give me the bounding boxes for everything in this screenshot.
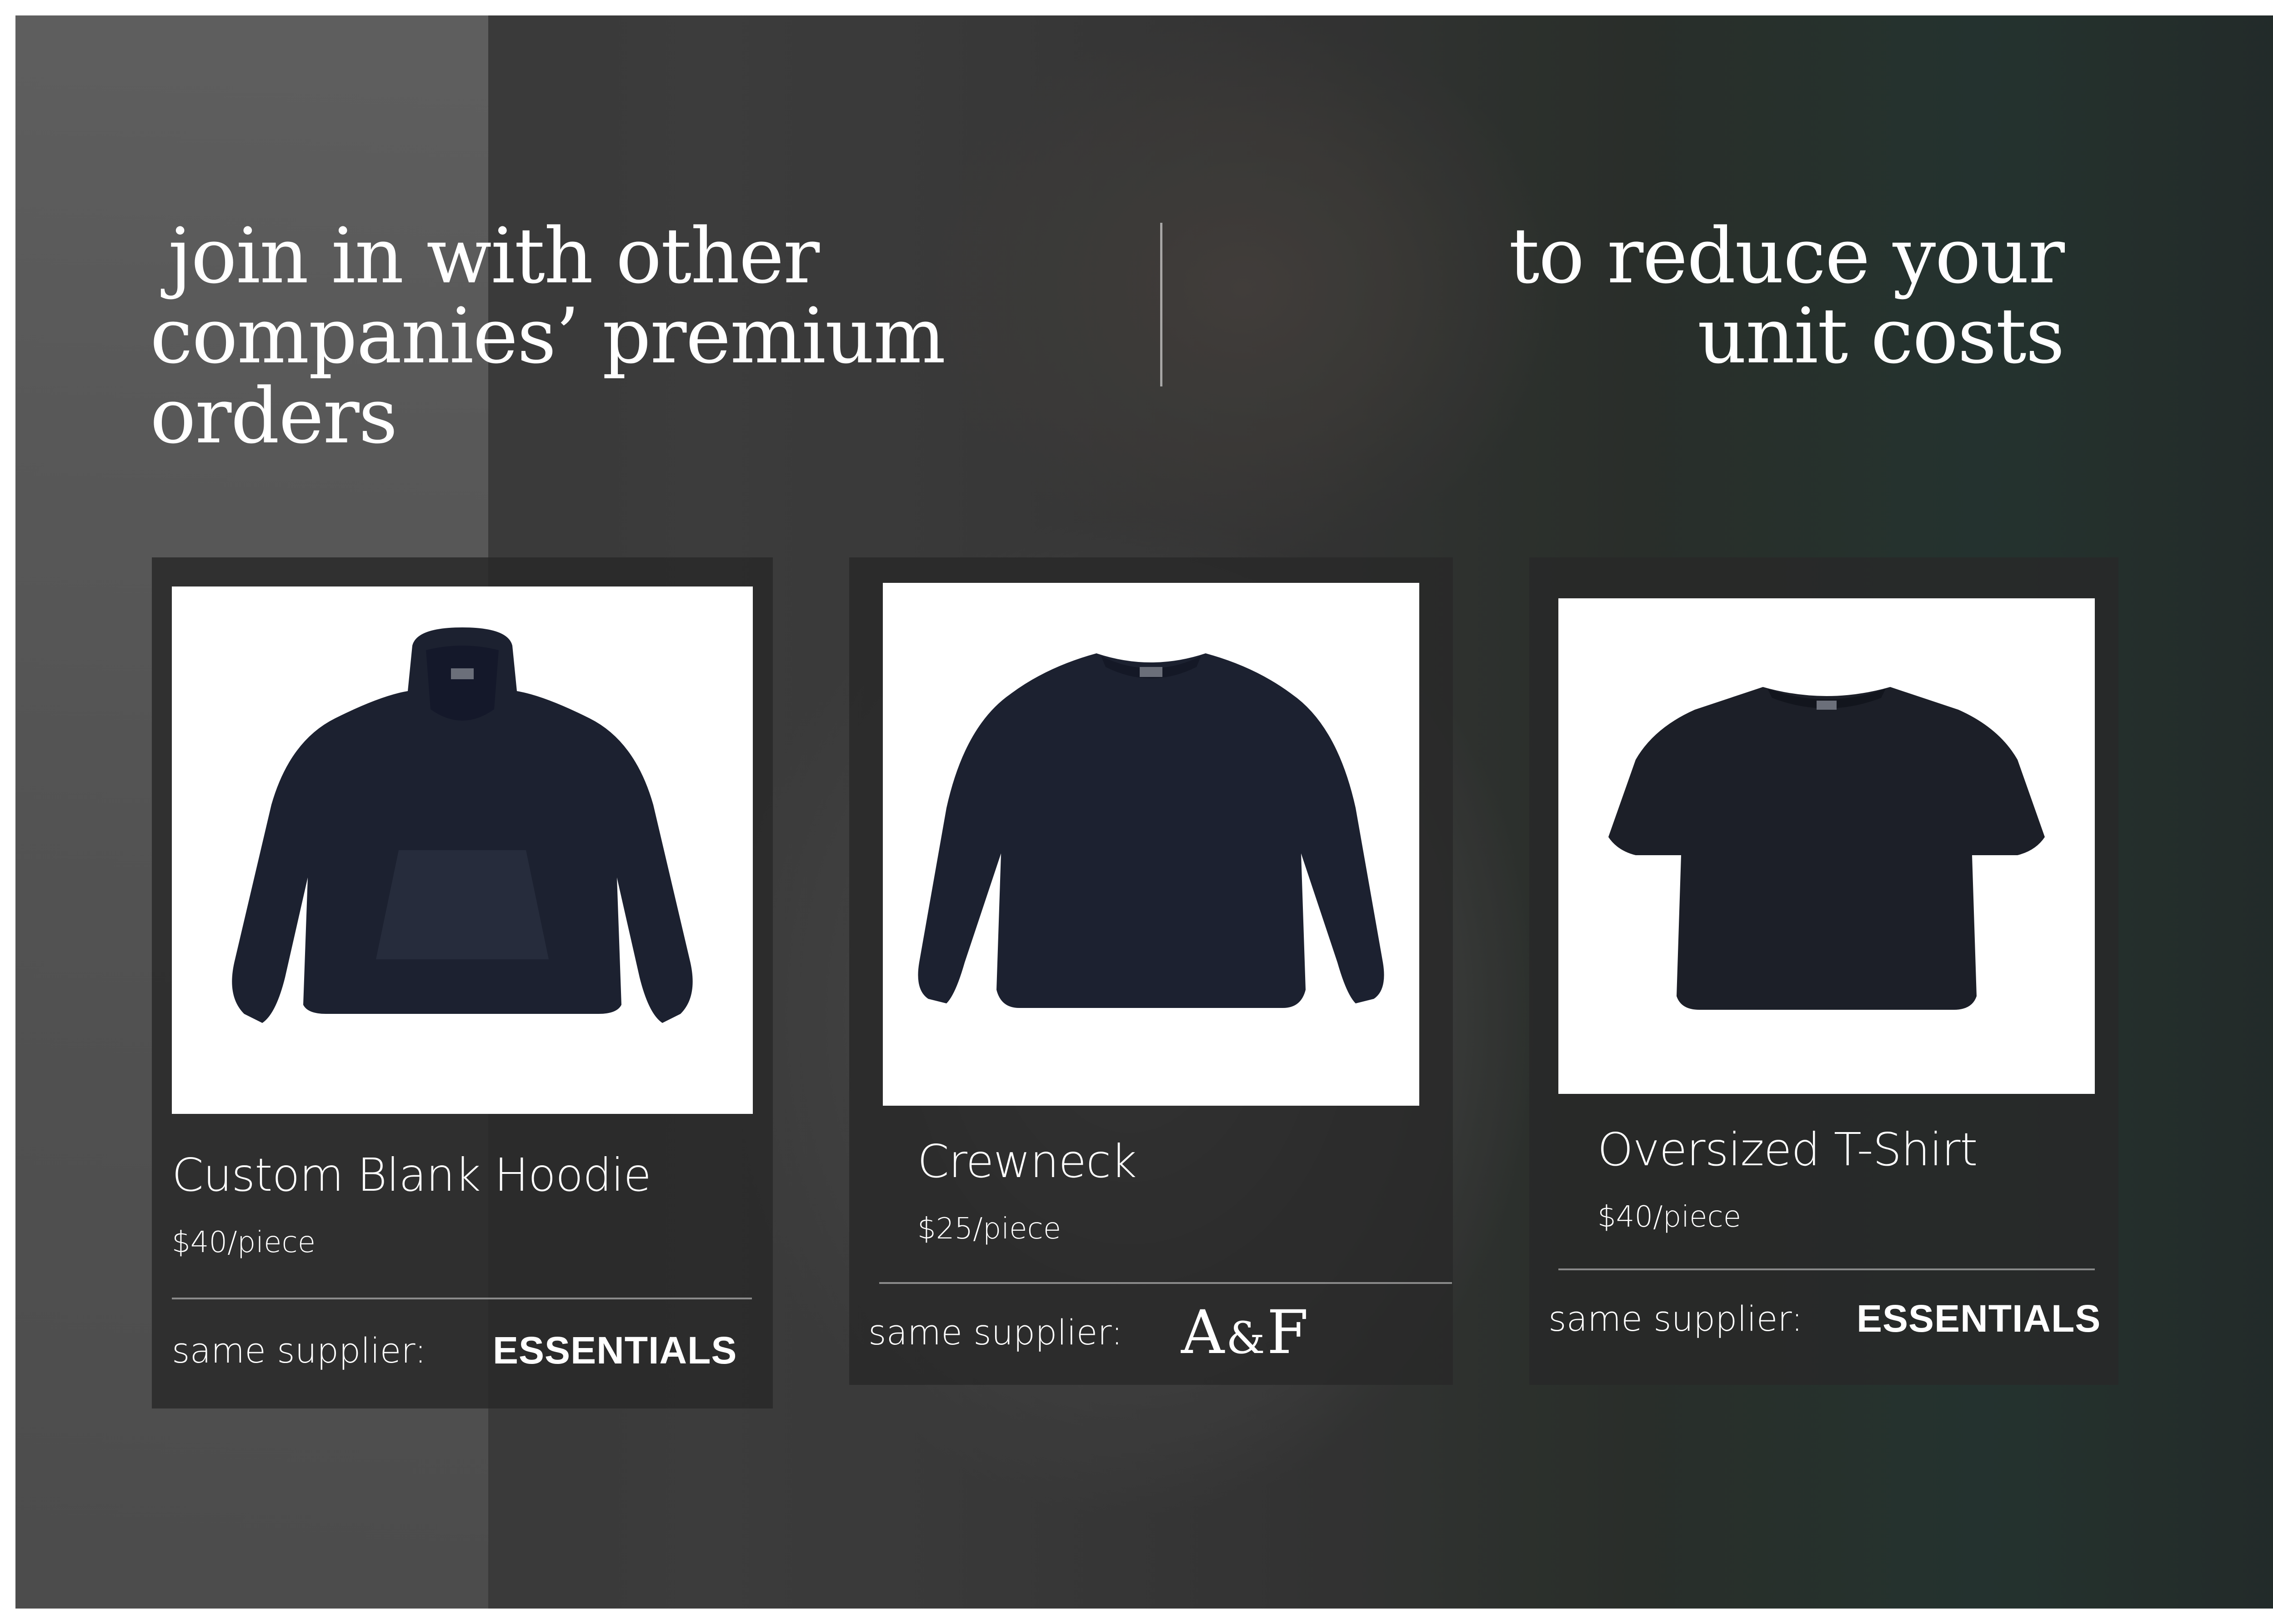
- headline-left-line2: companies’ premium orders: [150, 291, 946, 461]
- tshirt-icon: [1608, 687, 2045, 1010]
- product-photo-crewneck[interactable]: [883, 583, 1419, 1106]
- product-price: $40/piece: [1597, 1200, 1742, 1234]
- headline-divider: [1160, 223, 1162, 386]
- product-card-tshirt[interactable]: Oversized T-Shirt $40/piece same supplie…: [1529, 557, 2118, 1385]
- product-price: $40/piece: [172, 1226, 316, 1259]
- supplier-brand-logo: ESSENTIALS: [1857, 1297, 2101, 1340]
- supplier-label: same supplier:: [868, 1312, 1123, 1353]
- headline-left-line1: join in with other: [168, 211, 820, 301]
- card-divider: [1558, 1268, 2095, 1270]
- card-divider: [172, 1298, 752, 1299]
- supplier-label: same supplier:: [172, 1330, 426, 1371]
- product-name: Custom Blank Hoodie: [172, 1148, 651, 1202]
- product-card-hoodie[interactable]: Custom Blank Hoodie $40/piece same suppl…: [152, 557, 773, 1408]
- headline-right-line1: to reduce your: [1508, 211, 2065, 301]
- brand-letter-a: A: [1181, 1298, 1227, 1368]
- brand-letter-f: F: [1267, 1298, 1311, 1368]
- supplier-brand-logo: A&F: [1181, 1298, 1310, 1368]
- brand-ampersand: &: [1226, 1313, 1267, 1363]
- crewneck-icon: [918, 653, 1384, 1008]
- product-name: Crewneck: [917, 1135, 1137, 1188]
- headline-right-line2: unit costs: [1697, 291, 2065, 381]
- product-price: $25/piece: [917, 1212, 1061, 1246]
- product-card-crewneck[interactable]: Crewneck $25/piece same supplier: A&F: [849, 557, 1453, 1385]
- card-divider: [879, 1282, 1452, 1284]
- product-photo-tshirt[interactable]: [1558, 598, 2095, 1094]
- product-name: Oversized T-Shirt: [1597, 1123, 1978, 1176]
- supplier-label: same supplier:: [1548, 1298, 1803, 1339]
- supplier-brand-logo: ESSENTIALS: [493, 1329, 737, 1372]
- headline-right: to reduce your unit costs: [1427, 211, 2065, 381]
- product-photo-hoodie[interactable]: [172, 586, 753, 1114]
- hoodie-icon: [232, 627, 693, 1023]
- headline-left: join in with other companies’ premium or…: [150, 216, 1150, 456]
